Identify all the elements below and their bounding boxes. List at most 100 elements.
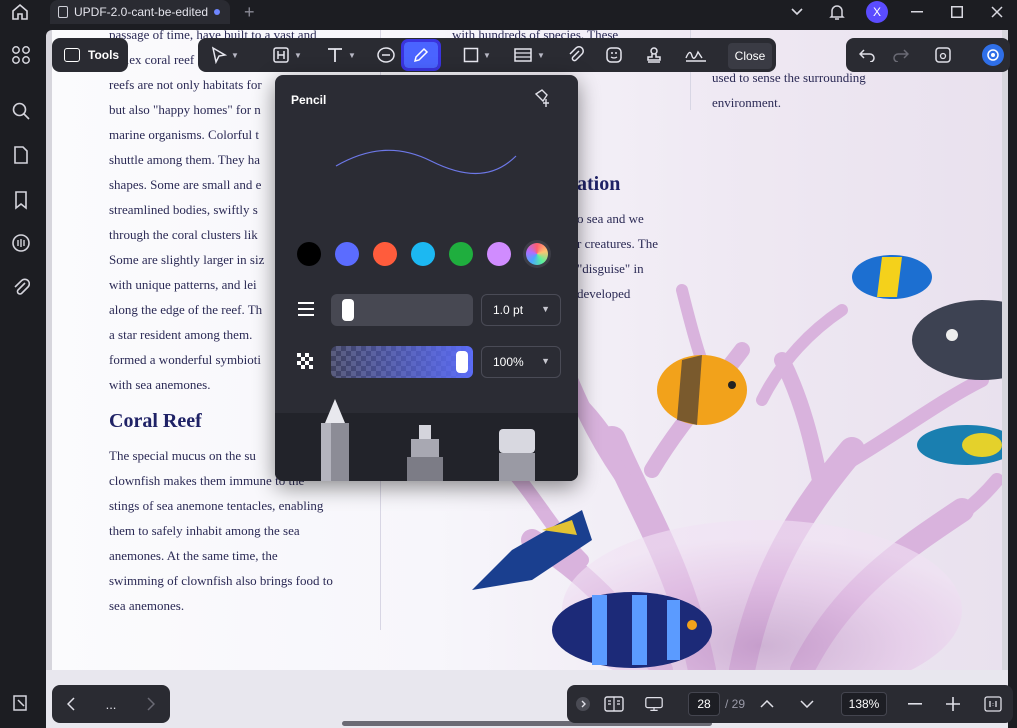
pages-icon[interactable] xyxy=(10,144,32,166)
search-icon[interactable] xyxy=(10,100,32,122)
redo-icon[interactable] xyxy=(890,44,912,66)
maximize-icon[interactable] xyxy=(937,0,977,24)
page-navigation-bar: 28 / 29 138% xyxy=(567,685,1013,723)
chevron-down-icon: ▼ xyxy=(541,356,550,366)
actual-size-icon[interactable] xyxy=(983,694,1003,714)
panel-title: Pencil xyxy=(291,93,327,107)
window-controls: X xyxy=(777,0,1017,24)
color-swatch[interactable] xyxy=(373,242,397,266)
attachment-icon[interactable] xyxy=(10,276,32,298)
notification-bell-icon[interactable] xyxy=(817,0,857,24)
bookmark-icon[interactable] xyxy=(10,189,32,211)
chevron-up-icon[interactable] xyxy=(757,694,777,714)
home-icon[interactable] xyxy=(9,2,31,22)
text-line: stings of sea anemone tentacles, enablin… xyxy=(109,498,324,513)
chevron-down-icon[interactable]: ▼ xyxy=(231,51,239,60)
stroke-preview xyxy=(335,149,517,175)
chevron-down-icon[interactable]: ▼ xyxy=(348,51,356,60)
puffer-fish xyxy=(912,300,1002,380)
opacity-value: 100% xyxy=(493,355,524,369)
toolbox-icon xyxy=(64,48,80,62)
opacity-dropdown[interactable]: 100% ▼ xyxy=(481,346,561,378)
sticker-tool[interactable] xyxy=(602,42,626,68)
stroke-width-value: 1.0 pt xyxy=(493,303,524,317)
eraser-icon[interactable] xyxy=(497,429,537,481)
zoom-out-icon[interactable] xyxy=(905,694,925,714)
text-line: anemones. At the same time, the xyxy=(109,548,278,563)
chevron-down-icon[interactable] xyxy=(777,0,817,24)
bottom-left-bar: ... xyxy=(52,685,170,723)
annotation-toolbar: ▼ ▼ ▼ ▼ ▼ xyxy=(198,38,776,72)
select-tool[interactable]: ▼ xyxy=(204,42,246,68)
slider-thumb[interactable] xyxy=(342,299,354,321)
pencil-properties-panel: Pencil 1.0 pt ▼ 100% ▼ xyxy=(275,75,578,481)
reading-mode-icon[interactable] xyxy=(604,694,624,714)
opacity-icon xyxy=(297,353,317,373)
presentation-icon[interactable] xyxy=(644,694,664,714)
striped-fish xyxy=(552,592,712,668)
ai-assistant-icon[interactable] xyxy=(982,44,1004,66)
undo-icon[interactable] xyxy=(856,44,878,66)
slider-thumb[interactable] xyxy=(456,351,468,373)
opacity-slider[interactable] xyxy=(331,346,473,378)
pin-panel-icon[interactable] xyxy=(533,89,557,111)
chevron-left-icon[interactable] xyxy=(61,694,81,714)
color-swatch[interactable] xyxy=(449,242,473,266)
marker-pen-icon[interactable] xyxy=(405,425,445,481)
comments-icon[interactable] xyxy=(10,232,32,254)
attach-file-tool[interactable] xyxy=(564,42,588,68)
comment-tool[interactable] xyxy=(374,42,398,68)
stroke-width-slider[interactable] xyxy=(331,294,473,326)
section-heading: ation xyxy=(577,173,621,195)
chevron-down-icon[interactable]: ▼ xyxy=(537,51,545,60)
stroke-width-dropdown[interactable]: 1.0 pt ▼ xyxy=(481,294,561,326)
tools-button[interactable]: Tools xyxy=(52,38,128,72)
custom-color-picker[interactable] xyxy=(523,240,551,268)
green-blue-fish xyxy=(917,425,1002,465)
color-swatch[interactable] xyxy=(487,242,511,266)
blue-fish-top xyxy=(852,255,932,299)
user-avatar[interactable]: X xyxy=(857,0,897,24)
signature-icon[interactable] xyxy=(682,42,710,68)
avatar-letter: X xyxy=(866,1,888,23)
rainbow-icon xyxy=(526,243,548,265)
tab-title: UPDF-2.0-cant-be-edited xyxy=(74,5,209,19)
chevron-down-icon: ▼ xyxy=(541,304,550,314)
chevron-down-icon[interactable]: ▼ xyxy=(483,51,491,60)
minimize-icon[interactable] xyxy=(897,0,937,24)
document-icon xyxy=(58,6,68,18)
more-button[interactable]: ... xyxy=(101,694,121,714)
save-icon[interactable] xyxy=(932,44,954,66)
stamp-icon[interactable] xyxy=(642,42,666,68)
text-line: swimming of clownfish also brings food t… xyxy=(109,573,333,588)
total-pages: / 29 xyxy=(725,697,746,711)
color-swatch[interactable] xyxy=(411,242,435,266)
layers-icon[interactable] xyxy=(10,693,32,715)
color-swatch[interactable] xyxy=(297,242,321,266)
chevron-right-icon[interactable] xyxy=(141,694,161,714)
apps-grid-icon[interactable] xyxy=(10,44,32,66)
app-window: UPDF-2.0-cant-be-edited + X passage of t… xyxy=(0,0,1017,728)
chevron-down-icon[interactable] xyxy=(797,694,817,714)
new-tab-icon[interactable]: + xyxy=(244,2,255,23)
zoom-level[interactable]: 138% xyxy=(841,692,887,716)
pen-type-tray xyxy=(275,399,578,481)
close-toolbar-button[interactable]: Close xyxy=(728,43,772,69)
close-window-icon[interactable] xyxy=(977,0,1017,24)
shape-tool[interactable]: ▼ xyxy=(456,42,498,68)
pencil-pen-icon[interactable] xyxy=(317,399,353,481)
current-page-input[interactable]: 28 xyxy=(688,692,720,716)
pencil-tool[interactable] xyxy=(401,39,441,71)
zoom-in-icon[interactable] xyxy=(943,694,963,714)
highlight-tool[interactable]: ▼ xyxy=(266,42,308,68)
text-line: them to safely inhabit among the sea xyxy=(109,523,300,538)
document-tab[interactable]: UPDF-2.0-cant-be-edited xyxy=(50,0,230,24)
collapse-icon[interactable] xyxy=(573,694,593,714)
text-tool[interactable]: ▼ xyxy=(320,42,362,68)
color-swatch[interactable] xyxy=(335,242,359,266)
chevron-down-icon[interactable]: ▼ xyxy=(294,51,302,60)
title-bar: UPDF-2.0-cant-be-edited + X xyxy=(0,0,1017,24)
stroke-width-icon xyxy=(297,301,317,321)
stamp-area-tool[interactable]: ▼ xyxy=(508,42,550,68)
text-line: environment. xyxy=(712,95,781,110)
